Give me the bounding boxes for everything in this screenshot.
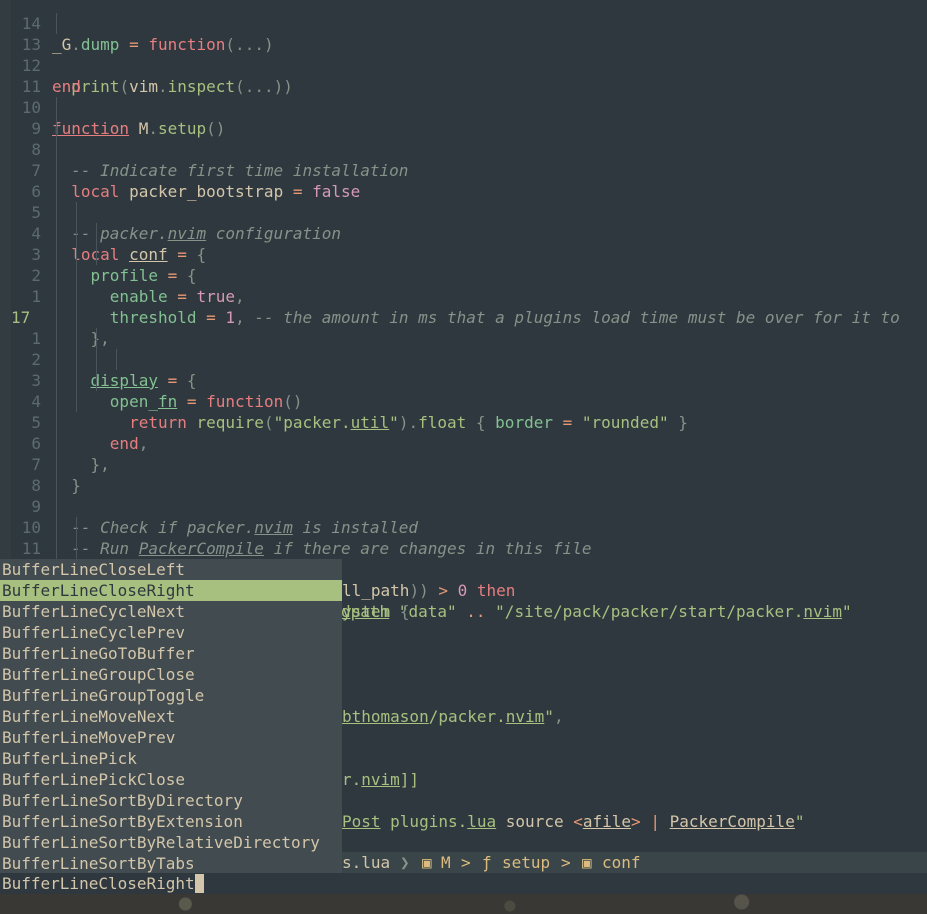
command-line[interactable]: BufferLineCloseRight xyxy=(0,873,927,894)
code-line: 2 open_fn = function() xyxy=(0,328,927,411)
code-line: 2 threshold = 1, -- the amount in ms tha… xyxy=(0,244,927,327)
breadcrumb-file[interactable]: s.lua xyxy=(342,852,390,873)
completion-item[interactable]: BufferLineMoveNext xyxy=(0,706,342,727)
code-text: r.nvim]] xyxy=(342,770,420,789)
text-cursor xyxy=(194,874,204,893)
code-line: 8 local packer_bootstrap = false xyxy=(0,118,927,201)
code-line: 9 -- Indicate first time installation xyxy=(0,97,927,180)
completion-item[interactable]: BufferLineSortByTabs xyxy=(0,853,342,874)
completion-item[interactable]: BufferLinePickClose xyxy=(0,769,342,790)
code-line: 11 local fn = vim.fn xyxy=(0,517,927,600)
code-line: 10 local function packer_init() xyxy=(0,496,927,579)
code-line: 7 xyxy=(0,433,927,474)
breadcrumb-module[interactable]: M xyxy=(441,852,451,873)
code-line: 1 }, xyxy=(0,265,927,348)
completion-menu[interactable]: BufferLineCloseLeft BufferLineCloseRight… xyxy=(0,559,342,874)
completion-item[interactable]: BufferLinePick xyxy=(0,748,342,769)
code-line: 12 local install_path = fn.stdpath "data… xyxy=(0,538,927,621)
code-line: 4 end, xyxy=(0,370,927,453)
completion-item[interactable]: BufferLineGroupToggle xyxy=(0,685,342,706)
module-icon: ▣ xyxy=(422,853,432,872)
completion-item[interactable]: BufferLineMovePrev xyxy=(0,727,342,748)
breadcrumb-separator: > xyxy=(461,853,471,872)
code-line: 3 enable = true, xyxy=(0,223,927,306)
breadcrumb-variable[interactable]: conf xyxy=(602,852,641,873)
completion-item-selected[interactable]: BufferLineCloseRight xyxy=(0,580,342,601)
code-line: 9 -- Run PackerCompile if there are chan… xyxy=(0,475,927,558)
breadcrumb-separator: > xyxy=(561,853,571,872)
breadcrumb-function[interactable]: setup xyxy=(502,852,550,873)
code-line: 5 }, xyxy=(0,391,927,474)
function-icon: ƒ xyxy=(482,853,492,872)
code-line: 5 local conf = { xyxy=(0,181,927,264)
completion-item[interactable]: BufferLineCloseLeft xyxy=(0,559,342,580)
breadcrumb-separator: ❯ xyxy=(400,853,410,872)
current-line: 17 xyxy=(0,286,927,327)
code-line: 7 xyxy=(0,139,927,180)
code-line: 6 -- packer.nvim configuration xyxy=(0,160,927,243)
code-text: bthomason/packer.nvim", xyxy=(342,707,564,726)
completion-item[interactable]: BufferLineSortByRelativeDirectory xyxy=(0,832,342,853)
code-line: 1 display = { xyxy=(0,307,927,390)
code-line: 12 end xyxy=(0,34,927,96)
code-line: 10 function M.setup() xyxy=(0,76,927,138)
completion-item[interactable]: BufferLineSortByExtension xyxy=(0,811,342,832)
code-text: Post plugins.lua source <afile> | Packer… xyxy=(342,812,805,831)
code-line: 3 return require("packer.util").float { … xyxy=(0,349,927,432)
completion-item[interactable]: BufferLineSortByDirectory xyxy=(0,790,342,811)
code-line: 14 _G.dump = function(...) xyxy=(0,0,927,54)
code-line: 11 xyxy=(0,55,927,96)
completion-item[interactable]: BufferLineGoToBuffer xyxy=(0,643,342,664)
variable-icon: ▣ xyxy=(582,853,592,872)
code-line: 6 } xyxy=(0,412,927,495)
code-line: 13 print(vim.inspect(...)) xyxy=(0,13,927,96)
completion-item[interactable]: BufferLineCycleNext xyxy=(0,601,342,622)
terminal-background xyxy=(0,894,927,914)
code-line: 4 profile = { xyxy=(0,202,927,285)
completion-item[interactable]: BufferLineCyclePrev xyxy=(0,622,342,643)
command-text[interactable]: BufferLineCloseRight xyxy=(2,874,195,893)
code-text: ystem { xyxy=(342,602,410,621)
completion-item[interactable]: BufferLineGroupClose xyxy=(0,664,342,685)
code-line: 8 -- Check if packer.nvim is installed xyxy=(0,454,927,537)
